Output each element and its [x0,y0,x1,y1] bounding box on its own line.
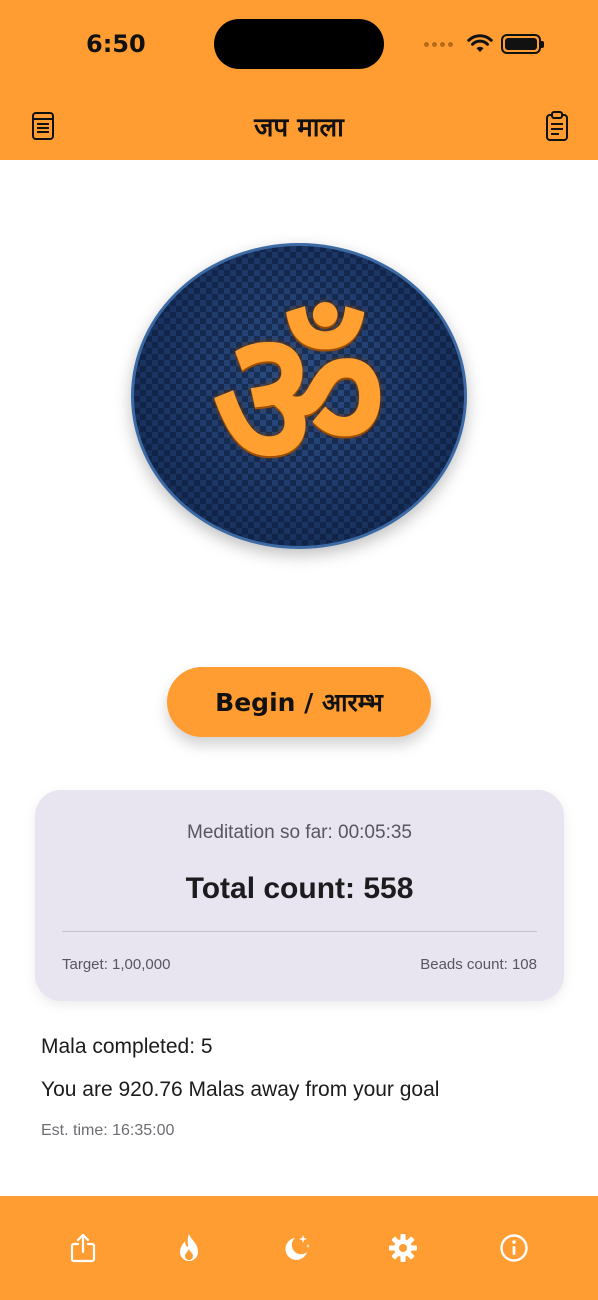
tab-chant[interactable] [171,1230,207,1266]
estimated-time: Est. time: 16:35:00 [41,1122,175,1139]
flame-icon [180,1234,198,1261]
battery-icon [501,34,544,54]
top-bar: 6:50 जप माला [0,0,598,160]
clipboard-button[interactable] [540,108,574,144]
total-count: Total count: 558 [185,872,414,905]
goal-remaining: You are 920.76 Malas away from your goal [41,1078,440,1101]
target-count: Target: 1,00,000 [62,956,171,973]
tab-settings[interactable] [385,1230,421,1266]
gear-icon [389,1234,417,1262]
share-icon [70,1233,96,1263]
beads-count: Beads count: 108 [420,956,537,973]
info-icon [500,1234,528,1262]
tab-info[interactable] [496,1230,532,1266]
stats-card: Meditation so far: 00:05:35 Total count:… [35,790,564,1001]
om-disc[interactable]: ॐ [131,243,467,549]
status-time: 6:50 [86,30,146,58]
dynamic-island [214,19,384,69]
wifi-icon [467,34,493,52]
om-icon: ॐ [212,289,386,510]
cellular-signal-icon [424,41,453,47]
tab-share[interactable] [65,1230,101,1266]
page-title: जप माला [254,113,344,143]
mala-completed: Mala completed: 5 [41,1035,213,1058]
tab-night[interactable] [278,1230,314,1266]
clipboard-icon [546,111,568,141]
begin-button[interactable]: Begin / आरम्भ [167,667,431,737]
divider [62,931,537,932]
meditation-time: Meditation so far: 00:05:35 [187,822,412,843]
status-indicators [424,32,544,56]
moon-stars-icon [285,1235,310,1260]
